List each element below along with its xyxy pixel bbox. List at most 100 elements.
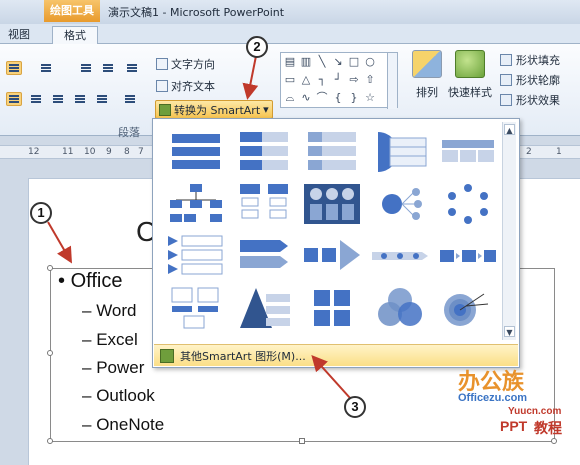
quick-styles-label: 快速样式 <box>448 86 492 99</box>
window-title: 演示文稿1 - Microsoft PowerPoint <box>108 6 285 19</box>
line-spacing-icon <box>127 64 137 72</box>
smartart-layout-chevron-list[interactable] <box>164 232 228 280</box>
smartart-layout-radial-cluster[interactable] <box>368 180 432 228</box>
text-direction-button[interactable]: 文字方向 <box>156 56 215 72</box>
bullet-level2[interactable]: – Word <box>82 301 137 321</box>
tab-format[interactable]: 格式 <box>52 26 98 44</box>
bullet-text: Outlook <box>96 386 155 405</box>
scroll-down-icon[interactable]: ▼ <box>504 326 515 337</box>
align-center-button[interactable] <box>28 92 44 106</box>
ruler-mark: 12 <box>28 147 40 157</box>
ruler-mark: 2 <box>526 147 532 157</box>
effects-icon <box>500 94 512 106</box>
decrease-indent-button[interactable] <box>78 61 94 75</box>
line-spacing-button[interactable] <box>124 61 140 75</box>
smartart-layout-target[interactable] <box>436 284 500 332</box>
smartart-layout-hierarchy-list[interactable] <box>232 180 296 228</box>
smartart-layout-basic-timeline[interactable] <box>368 232 432 280</box>
gallery-scrollbar[interactable]: ▲ ▼ <box>502 122 516 340</box>
bullet-level2[interactable]: – Outlook <box>82 386 155 406</box>
line-shape-icon[interactable]: ╲ <box>315 55 329 69</box>
oval-shape-icon[interactable]: ○ <box>363 55 377 69</box>
resize-handle[interactable] <box>47 350 53 356</box>
numbering-button[interactable] <box>38 61 54 75</box>
arrow-line-shape-icon[interactable]: ↘ <box>331 55 345 69</box>
title-bar: 绘图工具 演示文稿1 - Microsoft PowerPoint <box>0 0 580 24</box>
bullet-level1[interactable]: • Office <box>58 270 122 293</box>
bullet-text: Power <box>96 358 145 377</box>
freeform-shape-icon[interactable]: ⌓ <box>283 91 297 105</box>
rounded-rect-shape-icon[interactable]: ▭ <box>283 73 297 87</box>
smartart-layout-picture-caption[interactable] <box>164 284 228 332</box>
bullets-button[interactable] <box>6 61 22 75</box>
distributed-button[interactable] <box>94 92 110 106</box>
paragraph-group-label: 段落 <box>118 126 140 139</box>
columns-button[interactable] <box>122 92 138 106</box>
smartart-layout-picture-accent-list[interactable] <box>300 180 364 228</box>
smartart-icon <box>159 103 171 116</box>
shape-fill-label: 形状填充 <box>516 54 560 67</box>
brace-right-shape-icon[interactable]: } <box>347 91 361 105</box>
smartart-layout-pyramid-list[interactable] <box>232 284 296 332</box>
brace-left-shape-icon[interactable]: { <box>331 91 345 105</box>
elbow-connector-shape-icon[interactable]: ┐ <box>315 73 329 87</box>
smartart-layout-vertical-arrow-list[interactable] <box>300 128 364 176</box>
bullet-level2[interactable]: – OneNote <box>82 415 164 435</box>
arc-shape-icon[interactable]: ⌒ <box>315 91 329 105</box>
tab-view[interactable]: 视图 <box>2 26 36 44</box>
shape-fill-button[interactable]: 形状填充 <box>500 52 560 68</box>
curve-shape-icon[interactable]: ∿ <box>299 91 313 105</box>
smartart-layout-matrix[interactable] <box>300 284 364 332</box>
vertical-textbox-shape-icon[interactable]: ▥ <box>299 55 313 69</box>
bullet-level2[interactable]: – Power <box>82 358 144 378</box>
up-arrow-shape-icon[interactable]: ⇧ <box>363 73 377 87</box>
ruler-mark: 7 <box>138 147 144 157</box>
elbow-arrow-shape-icon[interactable]: ┘ <box>331 73 345 87</box>
smartart-layout-table-list[interactable] <box>436 128 500 176</box>
drawing-tools-context-tab[interactable]: 绘图工具 <box>44 0 100 22</box>
shape-outline-label: 形状轮廓 <box>516 74 560 87</box>
more-smartart-graphics-item[interactable]: 其他SmartArt 图形(M)... <box>154 344 518 366</box>
textbox-shape-icon[interactable]: ▤ <box>283 55 297 69</box>
align-text-button[interactable]: 对齐文本 <box>156 78 215 94</box>
smartart-layout-basic-cycle[interactable] <box>436 180 500 228</box>
smartart-layout-hierarchy[interactable] <box>164 180 228 228</box>
shapes-gallery-scroll[interactable] <box>387 53 397 109</box>
chevron-down-icon: ▾ <box>263 103 269 116</box>
rectangle-shape-icon[interactable]: □ <box>347 55 361 69</box>
bullet-text: Word <box>96 301 137 320</box>
justify-button[interactable] <box>72 92 88 106</box>
resize-handle[interactable] <box>299 438 305 444</box>
smartart-layout-venn[interactable] <box>368 284 432 332</box>
star-shape-icon[interactable]: ☆ <box>363 91 377 105</box>
smartart-layout-basic-process[interactable] <box>436 232 500 280</box>
more-smartart-label: 其他SmartArt 图形(M)... <box>180 349 306 363</box>
convert-to-smartart-button[interactable]: 转换为 SmartArt ▾ <box>155 100 273 119</box>
triangle-shape-icon[interactable]: △ <box>299 73 313 87</box>
watermark-ppt: PPT <box>500 418 528 434</box>
smartart-icon <box>160 348 174 363</box>
align-left-button[interactable] <box>6 92 22 106</box>
smartart-layout-vertical-bullet-list[interactable] <box>232 128 296 176</box>
arrange-button[interactable]: 排列 <box>410 50 444 100</box>
text-direction-icon <box>156 58 168 70</box>
bullet-text: OneNote <box>96 415 165 434</box>
resize-handle[interactable] <box>47 438 53 444</box>
ruler-mark: 11 <box>62 147 74 157</box>
shapes-gallery[interactable]: ▤ ▥ ╲ ↘ □ ○ ▭ △ ┐ ┘ ⇨ ⇧ ⌓ ∿ ⌒ { } ☆ <box>280 52 398 109</box>
arrow-shape-icon[interactable]: ⇨ <box>347 73 361 87</box>
shape-outline-button[interactable]: 形状轮廓 <box>500 72 560 88</box>
smartart-layout-radial-table[interactable] <box>368 128 432 176</box>
resize-handle[interactable] <box>551 438 557 444</box>
smartart-layout-stacked-arrows[interactable] <box>232 232 296 280</box>
numbering-icon <box>41 64 51 72</box>
shape-effects-button[interactable]: 形状效果 <box>500 92 560 108</box>
quick-styles-button[interactable]: 快速样式 <box>446 50 494 100</box>
scroll-up-icon[interactable]: ▲ <box>504 124 515 135</box>
smartart-layout-process-arrows[interactable] <box>300 232 364 280</box>
align-right-button[interactable] <box>50 92 66 106</box>
resize-handle[interactable] <box>47 265 53 271</box>
smartart-layout-basic-block-list[interactable] <box>164 128 228 176</box>
bullet-level2[interactable]: – Excel <box>82 330 138 350</box>
increase-indent-button[interactable] <box>100 61 116 75</box>
